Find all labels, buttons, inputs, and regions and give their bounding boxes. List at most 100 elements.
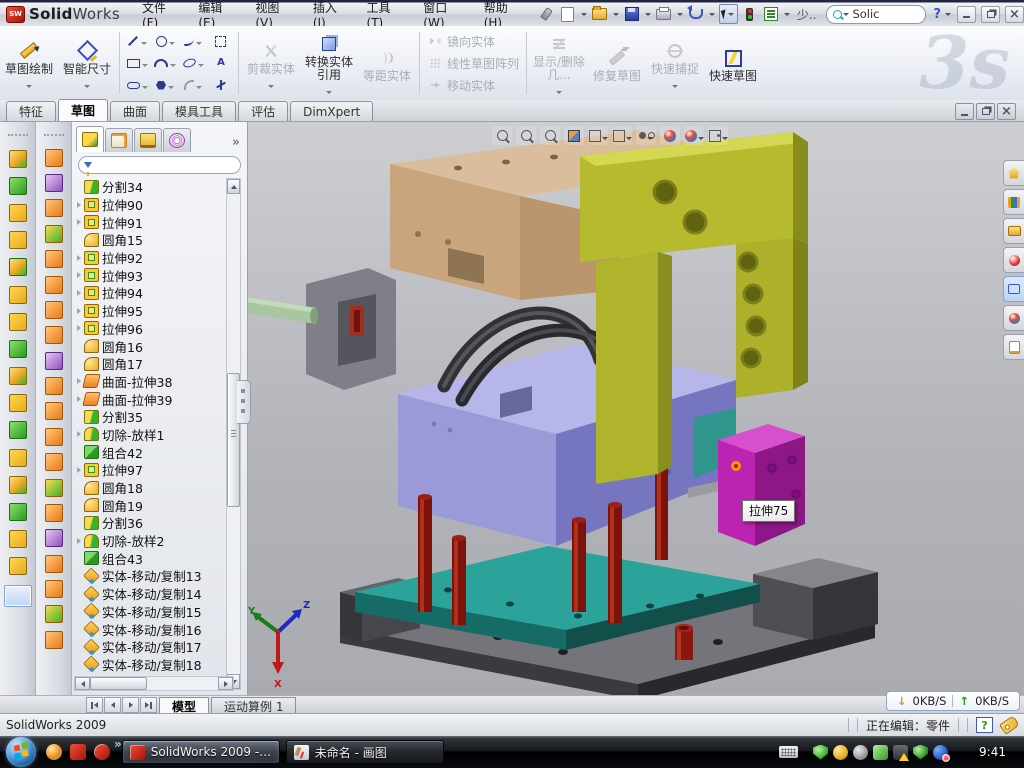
dropdown-arrow-icon[interactable] (170, 56, 176, 70)
undo-dropdown-icon[interactable] (709, 13, 715, 16)
arc-icon[interactable] (151, 52, 179, 74)
open-dropdown-icon[interactable] (613, 13, 619, 16)
spline-tool-icon[interactable] (45, 631, 63, 649)
fillet-icon[interactable] (9, 204, 27, 222)
expand-arrow-icon[interactable] (77, 378, 81, 384)
scroll-right-button[interactable] (218, 677, 233, 690)
feature-tree-item[interactable]: 圆角16 (76, 337, 224, 355)
extend-surface-icon[interactable] (45, 377, 63, 395)
shell-icon[interactable] (9, 258, 27, 276)
dropdown-arrow-icon[interactable] (602, 129, 608, 143)
split-line-icon[interactable] (9, 394, 27, 412)
last-tab-button[interactable] (140, 697, 157, 713)
hide-show-items-icon[interactable] (636, 126, 656, 145)
save-dropdown-icon[interactable] (645, 13, 651, 16)
feature-tree-item[interactable]: 实体-移动/复制15 (76, 603, 224, 621)
dropdown-arrow-icon[interactable] (169, 34, 175, 48)
sketch-fillet-icon[interactable] (179, 74, 207, 96)
minimize-button[interactable] (957, 6, 976, 23)
offset-surface-icon[interactable] (45, 276, 63, 294)
feature-tree-item[interactable]: 组合42 (76, 443, 224, 461)
surface-cut-icon[interactable] (45, 555, 63, 573)
ribbon-button[interactable]: 显示/删除几... (530, 28, 588, 98)
ribbon-button[interactable]: 修复草图 (588, 42, 646, 84)
expand-arrow-icon[interactable] (77, 290, 81, 296)
certificate-icon[interactable] (853, 745, 868, 760)
section-view-icon[interactable] (564, 126, 584, 145)
thicken-icon[interactable] (45, 504, 63, 522)
lofted-surface-icon[interactable] (45, 225, 63, 243)
feature-tree-item[interactable]: 圆角18 (76, 479, 224, 497)
help-button[interactable]: ? (933, 7, 941, 22)
feature-tree-item[interactable]: 拉伸92 (76, 249, 224, 267)
performance-lights-icon[interactable] (741, 6, 759, 23)
reference-point-icon[interactable] (9, 476, 27, 494)
tab-dimxpert-manager[interactable] (163, 128, 191, 152)
next-tab-button[interactable] (122, 697, 139, 713)
task-list-dropdown-icon[interactable] (784, 13, 790, 16)
ribbon-button[interactable]: 智能尺寸 (58, 35, 116, 92)
feature-tree-item[interactable]: 实体-移动/复制13 (76, 567, 224, 585)
command-tab[interactable]: 评估 (238, 101, 288, 121)
taskbar-clock[interactable]: 9:41 (979, 745, 1006, 759)
circle-icon[interactable] (151, 30, 179, 52)
dropdown-arrow-icon[interactable] (198, 56, 204, 70)
zoom-to-fit-icon[interactable] (492, 126, 512, 145)
expand-arrow-icon[interactable] (77, 219, 81, 225)
select-tool-button[interactable] (719, 4, 738, 24)
filled-surface-icon[interactable] (45, 326, 63, 344)
sketch-text-icon[interactable]: A (207, 52, 235, 74)
design-library-icon[interactable] (1003, 189, 1024, 215)
search-input[interactable] (850, 6, 906, 22)
ribbon-button[interactable]: 线性草图阵列 (423, 53, 523, 73)
dropdown-arrow-icon[interactable] (141, 34, 147, 48)
messenger-icon[interactable] (46, 744, 62, 760)
expand-arrow-icon[interactable] (77, 538, 81, 544)
dropdown-arrow-icon[interactable] (196, 34, 202, 48)
point-icon[interactable] (207, 74, 235, 96)
feature-tree-item[interactable]: 曲面-拉伸39 (76, 390, 224, 408)
command-tab[interactable]: DimXpert (290, 101, 373, 121)
doc-minimize-button[interactable] (955, 103, 974, 120)
new-document-button[interactable] (559, 6, 577, 23)
scrollbar-thumb[interactable] (90, 677, 147, 690)
slot-icon[interactable] (123, 74, 151, 96)
ribbon-button[interactable]: 等距实体 (358, 42, 416, 84)
dropdown-arrow-icon[interactable] (556, 83, 562, 97)
feature-tree-item[interactable]: 分割36 (76, 514, 224, 532)
red-pin-small[interactable] (675, 624, 693, 660)
dropdown-arrow-icon[interactable] (722, 129, 728, 143)
search-dropdown-icon[interactable] (843, 13, 849, 16)
keyboard-layout-icon[interactable] (779, 746, 798, 758)
replace-face-icon[interactable] (45, 428, 63, 446)
ribbon-button[interactable]: 快速草图 (704, 42, 762, 84)
command-tab[interactable]: 曲面 (110, 101, 160, 121)
dropdown-arrow-icon[interactable] (142, 78, 148, 92)
dropdown-arrow-icon[interactable] (84, 77, 90, 91)
ellipse-icon[interactable] (179, 52, 207, 74)
network-warning-icon[interactable] (913, 745, 928, 760)
first-tab-button[interactable] (86, 697, 103, 713)
3d-model[interactable]: Y Z X (248, 122, 1024, 695)
linear-pattern-icon[interactable] (9, 340, 27, 358)
freeform-icon[interactable] (45, 580, 63, 598)
split-icon[interactable] (9, 367, 27, 385)
expand-arrow-icon[interactable] (77, 325, 81, 331)
magenta-block[interactable] (718, 424, 805, 546)
feature-tree-item[interactable]: 拉伸90 (76, 196, 224, 214)
health-shield-icon[interactable] (933, 745, 948, 760)
custom-properties-icon[interactable] (1003, 334, 1024, 360)
feature-tree-item[interactable]: 拉伸93 (76, 266, 224, 284)
appearances-scenes-icon[interactable] (1003, 305, 1024, 331)
planar-surface-icon[interactable] (45, 301, 63, 319)
volume-icon[interactable] (873, 745, 888, 760)
start-button[interactable] (6, 737, 36, 767)
revolved-surface-icon[interactable] (45, 174, 63, 192)
dropdown-arrow-icon[interactable] (196, 78, 202, 92)
search-box[interactable] (826, 5, 926, 24)
ribbon-button[interactable]: 草图绘制 (0, 35, 58, 92)
expand-arrow-icon[interactable] (77, 308, 81, 314)
tab-feature-manager[interactable] (76, 126, 104, 152)
dropdown-arrow-icon[interactable] (142, 56, 148, 70)
extruded-surface-icon[interactable] (45, 149, 63, 167)
